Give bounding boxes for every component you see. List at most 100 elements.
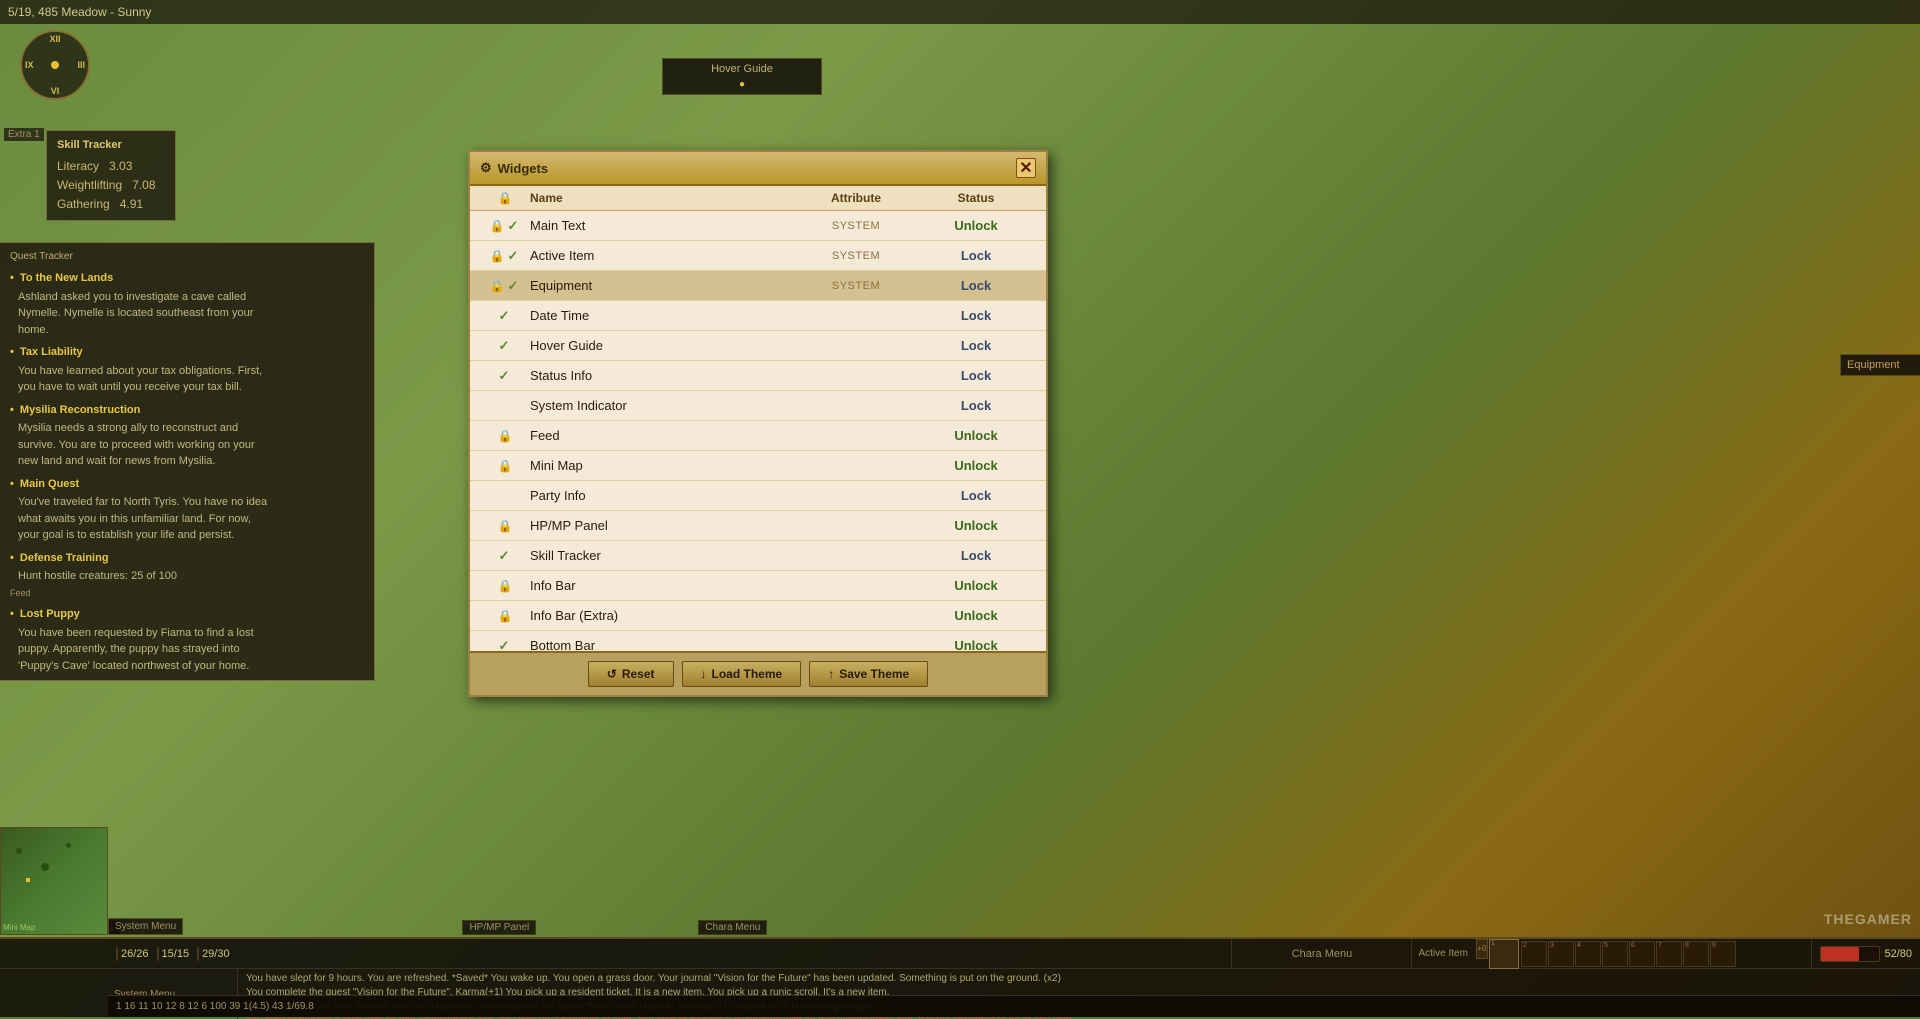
- widget-status-active-item[interactable]: Lock: [916, 248, 1036, 263]
- widget-name-info-bar: Info Bar: [530, 578, 796, 593]
- col-header-icon: 🔒: [480, 191, 530, 205]
- row-icon-mini-map: 🔒: [480, 459, 530, 473]
- check-icon-status-info: ✓: [499, 368, 510, 384]
- skill-tracker-title: Skill Tracker: [57, 137, 165, 155]
- widget-row-status-info: ✓ Status Info Lock: [470, 361, 1046, 391]
- check-icon-equipment: ✓: [508, 278, 519, 294]
- slot-4[interactable]: 4: [1575, 941, 1601, 967]
- watermark: THEGAMER: [1824, 911, 1912, 927]
- skill-gathering: Gathering 4.91: [57, 195, 165, 214]
- active-item-label: Active Item: [1418, 948, 1467, 959]
- quest-tax-text: You have learned about your tax obligati…: [10, 363, 364, 396]
- bottom-hp-row: 26/26 15/15 29/30 Chara Menu Active: [0, 939, 1920, 969]
- system-menu-label[interactable]: System Menu: [108, 918, 183, 935]
- slot-6[interactable]: 6: [1629, 941, 1655, 967]
- quest-new-lands-title: • To the New Lands: [10, 270, 364, 287]
- widgets-icon: ⚙: [480, 160, 492, 176]
- save-theme-icon: ↑: [828, 667, 834, 681]
- mini-map-label: Mini Map: [3, 923, 35, 932]
- slot-9[interactable]: 9: [1710, 941, 1736, 967]
- skill-tracker-widget: Skill Tracker Literacy 3.03 Weightliftin…: [46, 130, 176, 221]
- widget-status-system-indicator[interactable]: Lock: [916, 398, 1036, 413]
- widget-status-main-text[interactable]: Unlock: [916, 218, 1036, 233]
- quest-puppy-text: You have been requested by Fiama to find…: [10, 625, 364, 675]
- slot-3[interactable]: 3: [1548, 941, 1574, 967]
- chat-line-1: You have slept for 9 hours. You are refr…: [246, 972, 1912, 986]
- widget-name-bottom-bar: Bottom Bar: [530, 638, 796, 651]
- check-icon-active-item: ✓: [508, 248, 519, 264]
- bottom-label-chara-menu: Chara Menu: [698, 920, 767, 935]
- row-icon-main-text: 🔒 ✓: [480, 218, 530, 234]
- row-icon-feed: 🔒: [480, 429, 530, 443]
- widget-status-feed[interactable]: Unlock: [916, 428, 1036, 443]
- skill-weightlifting: Weightlifting 7.08: [57, 176, 165, 195]
- widgets-modal: ⚙ Widgets ✕ 🔒 Name Attribute Status 🔒 ✓ …: [468, 150, 1048, 697]
- widget-row-feed: 🔒 Feed Unlock: [470, 421, 1046, 451]
- info-bar-bottom: 1 16 11 10 12 8 12 6 100 39 1(4.5) 43 1/…: [108, 995, 1920, 1017]
- mini-map-tree-3: [66, 843, 71, 848]
- widget-name-equipment: Equipment: [530, 278, 796, 293]
- widget-row-party-info: Party Info Lock: [470, 481, 1046, 511]
- widget-status-equipment[interactable]: Lock: [916, 278, 1036, 293]
- active-item-slots: +0 1: [1476, 939, 1519, 969]
- widget-row-main-text: 🔒 ✓ Main Text SYSTEM Unlock: [470, 211, 1046, 241]
- widget-row-active-item: 🔒 ✓ Active Item SYSTEM Lock: [470, 241, 1046, 271]
- info-bar-stats: 1 16 11 10 12 8 12 6 100 39 1(4.5) 43 1/…: [116, 1001, 314, 1012]
- widget-status-mini-map[interactable]: Unlock: [916, 458, 1036, 473]
- top-hud: 5/19, 485 Meadow - Sunny: [0, 0, 1920, 24]
- col-header-status: Status: [916, 191, 1036, 205]
- quest-puppy-title: • Lost Puppy: [10, 606, 364, 623]
- widget-row-date-time: ✓ Date Time Lock: [470, 301, 1046, 331]
- lock-closed-icon-feed: 🔒: [498, 429, 513, 443]
- bottom-mini-map-space-2: [0, 969, 108, 1019]
- lock-header-icon: 🔒: [498, 191, 513, 205]
- mini-map-tree-2: [41, 863, 49, 871]
- widget-status-bottom-bar[interactable]: Unlock: [916, 638, 1036, 651]
- modal-title: ⚙ Widgets: [480, 160, 548, 176]
- row-icon-skill-tracker: ✓: [480, 548, 530, 564]
- widget-status-skill-tracker[interactable]: Lock: [916, 548, 1036, 563]
- widget-row-system-indicator: System Indicator Lock: [470, 391, 1046, 421]
- widget-status-date-time[interactable]: Lock: [916, 308, 1036, 323]
- slot-8[interactable]: 8: [1683, 941, 1709, 967]
- lock-closed-icon: 🔒: [490, 219, 505, 233]
- stamina-bar-container: [197, 947, 199, 961]
- widget-status-hover-guide[interactable]: Lock: [916, 338, 1036, 353]
- reset-button[interactable]: ↺ Reset: [588, 661, 674, 687]
- row-icon-status-info: ✓: [480, 368, 530, 384]
- load-theme-button[interactable]: ↓ Load Theme: [682, 661, 802, 687]
- widget-name-skill-tracker: Skill Tracker: [530, 548, 796, 563]
- compass-center: [51, 61, 59, 69]
- row-icon-hover-guide: ✓: [480, 338, 530, 354]
- far-right-hp-fill: [1821, 947, 1859, 961]
- bottom-label-hp-mp-panel: HP/MP Panel: [462, 920, 536, 935]
- widget-status-hp-mp[interactable]: Unlock: [916, 518, 1036, 533]
- skill-literacy: Literacy 3.03: [57, 157, 165, 176]
- quest-defense-text: Hunt hostile creatures: 25 of 100: [10, 568, 364, 585]
- check-icon-date-time: ✓: [499, 308, 510, 324]
- mini-map-player: [26, 878, 30, 882]
- slot-2[interactable]: 2: [1521, 941, 1547, 967]
- stamina-section: 29/30: [197, 947, 230, 961]
- widget-name-party-info: Party Info: [530, 488, 796, 503]
- modal-close-button[interactable]: ✕: [1016, 158, 1036, 178]
- widget-status-party-info[interactable]: Lock: [916, 488, 1036, 503]
- quest-tax-title: • Tax Liability: [10, 344, 364, 361]
- load-theme-icon: ↓: [701, 667, 707, 681]
- compass-w: IX: [25, 60, 34, 70]
- widget-status-info-bar[interactable]: Unlock: [916, 578, 1036, 593]
- quest-main-title: • Main Quest: [10, 476, 364, 493]
- save-theme-button[interactable]: ↑ Save Theme: [809, 661, 928, 687]
- reset-icon: ↺: [607, 667, 617, 681]
- check-icon-main-text: ✓: [508, 218, 519, 234]
- widget-name-hp-mp: HP/MP Panel: [530, 518, 796, 533]
- row-icon-date-time: ✓: [480, 308, 530, 324]
- slot-5[interactable]: 5: [1602, 941, 1628, 967]
- slot-active-1: 1: [1489, 939, 1519, 969]
- widget-status-status-info[interactable]: Lock: [916, 368, 1036, 383]
- widget-status-info-bar-extra[interactable]: Unlock: [916, 608, 1036, 623]
- widget-name-feed: Feed: [530, 428, 796, 443]
- slot-7[interactable]: 7: [1656, 941, 1682, 967]
- lock-closed-icon-mini-map: 🔒: [498, 459, 513, 473]
- chara-menu-area[interactable]: Chara Menu: [1231, 939, 1411, 968]
